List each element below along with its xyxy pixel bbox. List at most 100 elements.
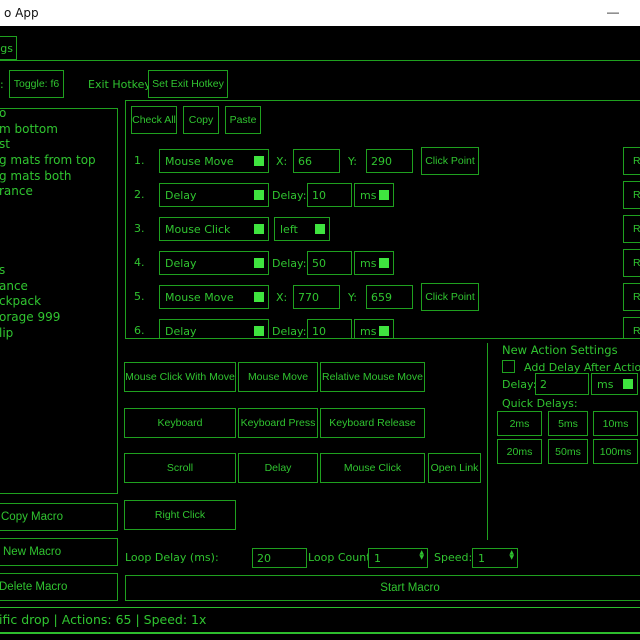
dropdown-indicator-icon	[254, 190, 264, 200]
x-input[interactable]	[293, 285, 340, 309]
speed-spinner[interactable]: 1 ▲▼	[472, 548, 518, 568]
set-exit-hotkey-button[interactable]: Set Exit Hotkey	[148, 70, 228, 98]
status-bar-top-border	[0, 607, 640, 608]
action-type-value: Delay	[165, 325, 197, 338]
x-label: X:	[276, 291, 287, 304]
check-all-button[interactable]: Check All	[131, 106, 177, 134]
mouse-button-dropdown[interactable]: left	[274, 217, 330, 241]
remove-button[interactable]: R	[623, 283, 640, 311]
action-number: 3.	[134, 222, 145, 235]
window-title: o App	[4, 6, 39, 20]
unit-value: ms	[597, 378, 613, 391]
macro-list-item[interactable]: o	[0, 108, 117, 122]
mouse-button-value: left	[280, 223, 298, 236]
delay-label: Delay:	[272, 189, 306, 202]
unit-dropdown[interactable]: ms	[354, 251, 394, 275]
macro-list-item[interactable]	[0, 247, 117, 263]
macro-list-item[interactable]: s	[0, 263, 117, 279]
remove-button[interactable]: R	[623, 317, 640, 339]
exit-hotkey-label: Exit Hotkey:	[88, 78, 154, 91]
macro-list-item[interactable]: st	[0, 137, 117, 153]
quick-delay-50ms-button[interactable]: 50ms	[548, 439, 588, 464]
spin-down-icon[interactable]: ▼	[509, 555, 514, 560]
action-type-value: Mouse Click	[165, 223, 230, 236]
unit-value: ms	[360, 257, 376, 270]
remove-button[interactable]: R	[623, 147, 640, 175]
speed-value: 1	[478, 552, 485, 565]
delay-input[interactable]	[307, 319, 352, 339]
delete-macro-button[interactable]: Delete Macro	[0, 573, 118, 601]
macro-list-item[interactable]: rance	[0, 184, 117, 200]
y-input[interactable]	[366, 149, 413, 173]
x-input[interactable]	[293, 149, 340, 173]
action-type-dropdown[interactable]: Mouse Click	[159, 217, 269, 241]
quick-delay-2ms-button[interactable]: 2ms	[497, 411, 542, 436]
dropdown-indicator-icon	[254, 258, 264, 268]
start-macro-button[interactable]: Start Macro	[125, 575, 640, 601]
quick-delay-10ms-button[interactable]: 10ms	[593, 411, 638, 436]
new-macro-button[interactable]: New Macro	[0, 538, 118, 566]
add-mouse-click-with-move-button[interactable]: Mouse Click With Move	[124, 362, 236, 392]
dropdown-indicator-icon	[254, 156, 264, 166]
delay-input[interactable]	[307, 251, 352, 275]
window-titlebar: o App —	[0, 0, 640, 26]
quick-delay-5ms-button[interactable]: 5ms	[548, 411, 588, 436]
action-type-dropdown[interactable]: Mouse Move	[159, 149, 269, 173]
add-delay-button[interactable]: Delay	[238, 453, 318, 483]
action-type-dropdown[interactable]: Mouse Move	[159, 285, 269, 309]
add-keyboard-release-button[interactable]: Keyboard Release	[320, 408, 425, 438]
loop-count-value: 1	[374, 552, 381, 565]
macro-list-item[interactable]	[0, 200, 117, 216]
add-right-click-button[interactable]: Right Click	[124, 500, 236, 530]
action-type-dropdown[interactable]: Delay	[159, 319, 269, 339]
macro-list-item[interactable]: g mats both	[0, 169, 117, 185]
quick-delay-100ms-button[interactable]: 100ms	[593, 439, 638, 464]
action-number: 1.	[134, 154, 145, 167]
remove-button[interactable]: R	[623, 181, 640, 209]
macro-list-item[interactable]	[0, 216, 117, 232]
unit-dropdown[interactable]: ms	[354, 183, 394, 207]
add-keyboard-button[interactable]: Keyboard	[124, 408, 236, 438]
action-type-value: Mouse Move	[165, 291, 234, 304]
delay-input[interactable]	[307, 183, 352, 207]
unit-dropdown[interactable]: ms	[354, 319, 394, 339]
click-point-button[interactable]: Click Point	[421, 147, 479, 175]
macro-list-item[interactable]: ance	[0, 279, 117, 295]
quick-delay-20ms-button[interactable]: 20ms	[497, 439, 542, 464]
spin-down-icon[interactable]: ▼	[419, 555, 424, 560]
copy-button[interactable]: Copy	[183, 106, 219, 134]
action-type-dropdown[interactable]: Delay	[159, 251, 269, 275]
add-open-link-button[interactable]: Open Link	[428, 453, 481, 483]
paste-button[interactable]: Paste	[225, 106, 261, 134]
dropdown-indicator-icon	[254, 292, 264, 302]
macro-list-item[interactable]: orage 999	[0, 310, 117, 326]
add-delay-checkbox[interactable]	[502, 360, 515, 373]
copy-macro-button[interactable]: Copy Macro	[0, 503, 118, 531]
action-type-dropdown[interactable]: Delay	[159, 183, 269, 207]
macro-list-item[interactable]: lip	[0, 326, 117, 342]
action-list-panel: Check All Copy Paste 1. Mouse Move X: Y:…	[125, 100, 640, 339]
remove-button[interactable]: R	[623, 249, 640, 277]
add-keyboard-press-button[interactable]: Keyboard Press	[238, 408, 318, 438]
macro-list-item[interactable]: m bottom	[0, 122, 117, 138]
loop-count-spinner[interactable]: 1 ▲▼	[368, 548, 428, 568]
macro-listbox[interactable]: o m bottom st g mats from top g mats bot…	[0, 108, 118, 494]
tab-settings[interactable]: gs	[0, 36, 17, 60]
dropdown-indicator-icon	[379, 258, 389, 268]
macro-list-item[interactable]: ckpack	[0, 294, 117, 310]
add-mouse-click-button[interactable]: Mouse Click	[320, 453, 425, 483]
toggle-hotkey-button[interactable]: Toggle: f6	[9, 70, 64, 98]
minimize-button[interactable]: —	[598, 0, 628, 24]
new-delay-unit-dropdown[interactable]: ms	[591, 373, 638, 395]
add-mouse-move-button[interactable]: Mouse Move	[238, 362, 318, 392]
y-input[interactable]	[366, 285, 413, 309]
click-point-button[interactable]: Click Point	[421, 283, 479, 311]
add-scroll-button[interactable]: Scroll	[124, 453, 236, 483]
remove-button[interactable]: R	[623, 215, 640, 243]
macro-list-item[interactable]	[0, 232, 117, 248]
status-bar-bottom-border	[0, 632, 640, 634]
macro-list-item[interactable]: g mats from top	[0, 153, 117, 169]
loop-delay-input[interactable]	[252, 548, 307, 568]
add-relative-mouse-move-button[interactable]: Relative Mouse Move	[320, 362, 425, 392]
new-delay-input[interactable]	[535, 373, 589, 395]
